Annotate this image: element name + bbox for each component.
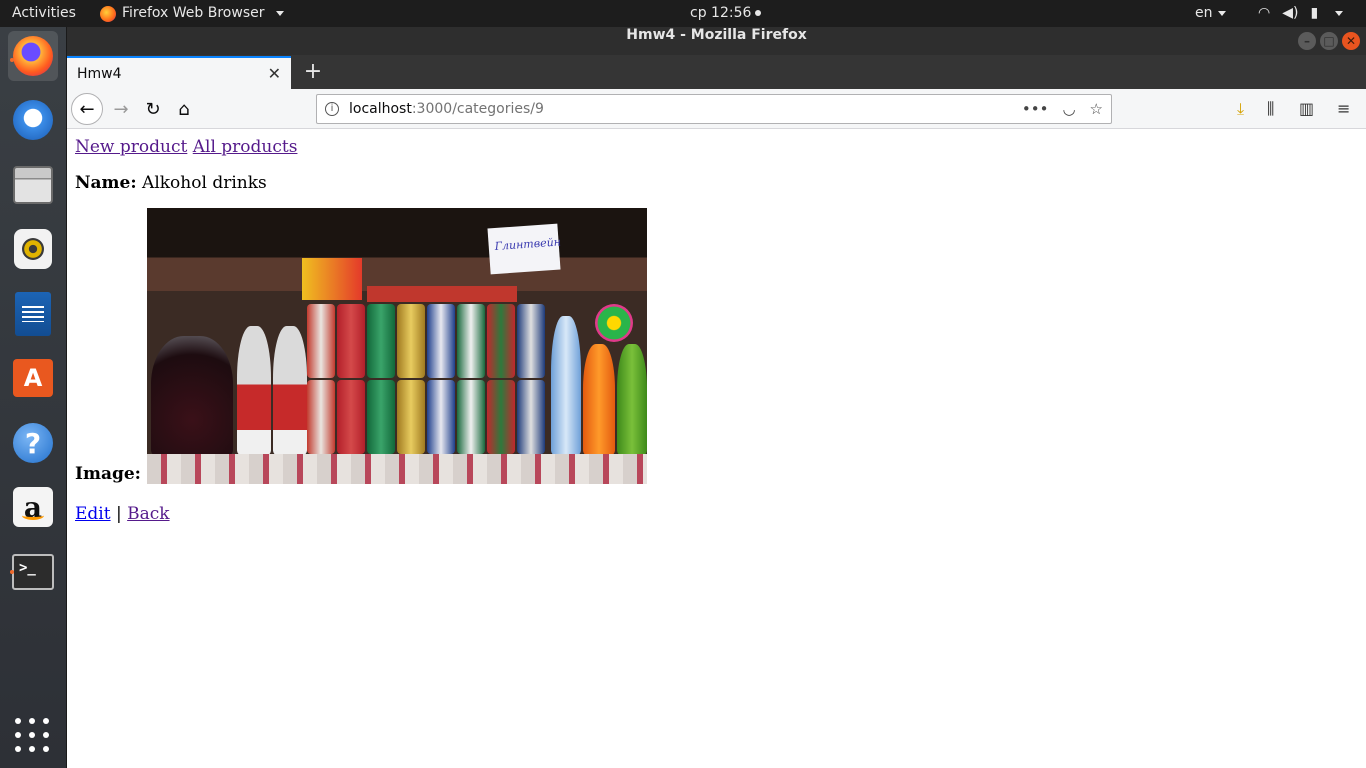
notification-dot-icon [755,10,762,16]
arrow-left-icon: ← [79,98,95,120]
tab-strip: Hmw4 ✕ + [67,55,1366,89]
terminal-icon: >_ [12,554,54,590]
navigation-toolbar: ← → ↻ ⌂ i localhost:3000/categories/9 ••… [67,89,1366,129]
software-store-icon: A [13,359,53,397]
files-icon [13,166,53,204]
firefox-small-icon [100,5,116,22]
page-content: New product All products Name: Alkohol d… [67,130,1366,768]
help-icon: ? [13,423,53,463]
bookmark-star-icon[interactable]: ☆ [1090,100,1103,118]
image-label: Image: [75,464,141,484]
amazon-icon: a [13,487,53,527]
chevron-down-icon [1217,10,1226,16]
image-sign: Глинтвейн [487,223,562,275]
back-link[interactable]: Back [127,504,169,524]
app-menu-label: Firefox Web Browser [122,5,265,21]
dock-amazon[interactable]: a [8,482,58,532]
all-products-link[interactable]: All products [193,137,298,157]
page-actions-icon[interactable]: ••• [1022,100,1049,118]
downloads-icon[interactable]: ⤓ [1237,99,1244,119]
hamburger-menu-icon[interactable]: ≡ [1337,99,1350,118]
dock-rhythmbox[interactable] [8,224,58,274]
link-separator: | [115,504,122,524]
battery-icon: ▮ [1310,5,1319,21]
url-host: localhost [349,101,412,117]
url-bar[interactable]: i localhost:3000/categories/9 ••• ◡ ☆ [316,94,1112,124]
show-applications-icon [15,718,51,754]
wifi-icon: ◠ [1258,5,1271,21]
name-field: Name: Alkohol drinks [75,173,267,193]
tab-close-icon[interactable]: ✕ [268,64,281,83]
thunderbird-icon [13,100,53,140]
window-titlebar[interactable]: Hmw4 - Mozilla Firefox – □ ✕ [67,27,1366,55]
system-top-bar: Activities Firefox Web Browser ср 12:56 … [0,0,1366,27]
tab-title: Hmw4 [77,65,122,82]
home-icon: ⌂ [178,98,190,120]
pocket-icon[interactable]: ◡ [1062,100,1075,118]
show-applications-button[interactable] [8,711,58,761]
dock-software-store[interactable]: A [8,353,58,403]
chevron-down-icon [1335,11,1344,16]
url-path: :3000/categories/9 [411,101,544,117]
running-indicator [10,58,14,62]
running-indicator [10,570,14,574]
bottom-links: Edit | Back [75,504,170,524]
firefox-icon [13,36,53,76]
maximize-button[interactable]: □ [1320,32,1338,50]
rhythmbox-icon [14,229,52,269]
close-window-button[interactable]: ✕ [1342,32,1360,50]
reload-icon: ↻ [145,98,161,120]
name-label: Name: [75,173,137,193]
product-image: Глинтвейн [146,208,647,484]
language-indicator[interactable]: en [1195,0,1226,27]
arrow-right-icon: → [113,98,129,120]
reload-button[interactable]: ↻ [137,93,169,125]
library-icon[interactable]: ⫼ [1267,99,1274,119]
firefox-window: Hmw4 - Mozilla Firefox – □ ✕ Hmw4 ✕ + ← … [67,27,1366,768]
dock-writer[interactable] [8,289,58,339]
app-menu[interactable]: Firefox Web Browser [100,0,284,27]
image-field: Image: Глинтвейн [75,208,647,484]
tab-hmw4[interactable]: Hmw4 ✕ [67,56,291,89]
dock-thunderbird[interactable] [8,95,58,145]
volume-icon: ◀) [1282,5,1299,21]
window-controls: – □ ✕ [1298,32,1360,50]
top-links: New product All products [75,137,297,157]
edit-link[interactable]: Edit [75,504,111,524]
forward-button[interactable]: → [105,93,137,125]
name-value: Alkohol drinks [142,173,267,193]
dock-firefox[interactable] [8,31,58,81]
home-button[interactable]: ⌂ [168,93,200,125]
image-sign-text: Глинтвейн [494,235,562,254]
language-text: en [1195,5,1213,21]
dock-help[interactable]: ? [8,418,58,468]
new-product-link[interactable]: New product [75,137,187,157]
activities-button[interactable]: Activities [12,0,76,27]
dock-files[interactable] [8,160,58,210]
back-button[interactable]: ← [71,93,103,125]
clock[interactable]: ср 12:56 [690,0,762,27]
system-status-menu[interactable]: ◠ ◀) ▮ [1258,0,1344,27]
dock: A ? a >_ [0,27,67,768]
minimize-button[interactable]: – [1298,32,1316,50]
clock-text: ср 12:56 [690,5,752,21]
writer-icon [15,292,51,336]
dock-terminal[interactable]: >_ [8,547,58,597]
site-info-icon[interactable]: i [325,102,339,116]
chevron-down-icon [275,11,284,16]
new-tab-button[interactable]: + [299,58,327,86]
window-title: Hmw4 - Mozilla Firefox [626,27,807,43]
sidebar-icon[interactable]: ▥ [1299,99,1314,118]
